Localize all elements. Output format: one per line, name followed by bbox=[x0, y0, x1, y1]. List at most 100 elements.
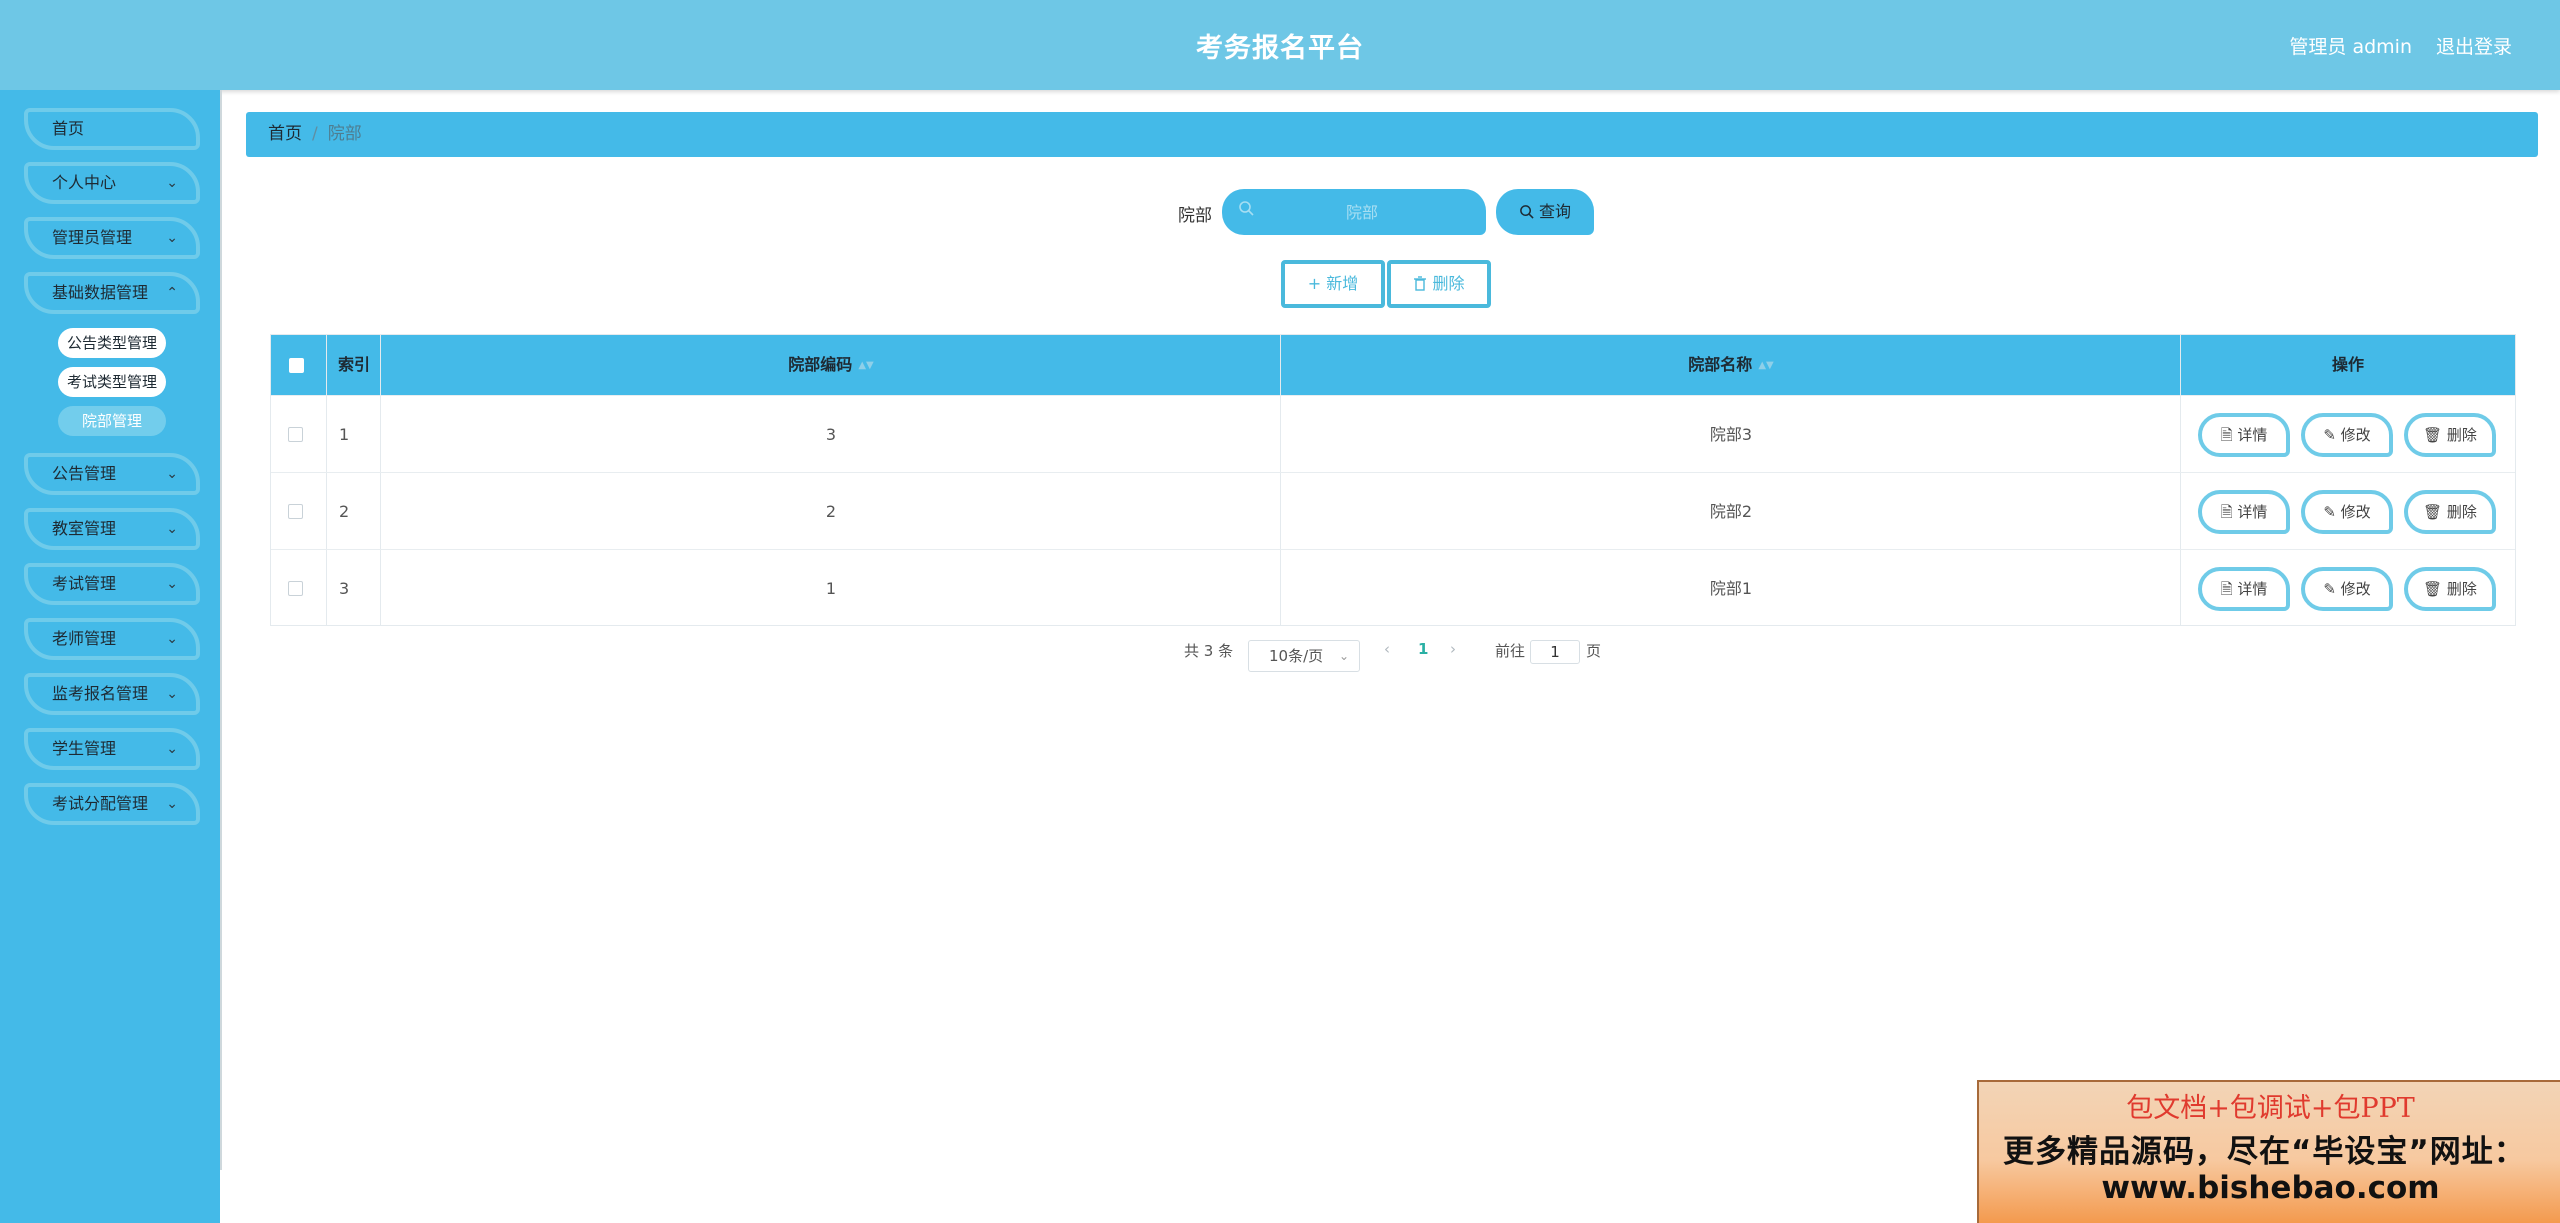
sidebar-item-basic-data[interactable]: 基础数据管理 ⌃ bbox=[24, 272, 200, 314]
trash-icon: 🗑 bbox=[2423, 426, 2443, 444]
select-all-checkbox[interactable] bbox=[289, 358, 304, 373]
add-button[interactable]: + 新增 bbox=[1281, 260, 1385, 308]
column-header-label: 院部名称 bbox=[1688, 355, 1753, 374]
goto-page-input[interactable] bbox=[1530, 640, 1580, 664]
chevron-down-icon: ⌄ bbox=[166, 796, 178, 812]
cell-name: 院部3 bbox=[1709, 425, 1753, 444]
sidebar-item-classroom[interactable]: 教室管理 ⌄ bbox=[24, 508, 200, 550]
chevron-down-icon: ⌄ bbox=[166, 741, 178, 757]
add-button-label: 新增 bbox=[1326, 274, 1359, 293]
breadcrumb-separator: / bbox=[312, 124, 318, 144]
cell-code: 3 bbox=[825, 425, 837, 444]
chevron-down-icon: ⌄ bbox=[166, 175, 178, 191]
chevron-down-icon: ⌄ bbox=[166, 686, 178, 702]
search-input[interactable] bbox=[1262, 197, 1462, 227]
cell-index: 3 bbox=[339, 579, 350, 598]
detail-button-label: 详情 bbox=[2237, 580, 2268, 598]
sidebar-item-notice[interactable]: 公告管理 ⌄ bbox=[24, 453, 200, 495]
promo-url: www.bishebao.com bbox=[2101, 1170, 2440, 1206]
delete-button-label: 删除 bbox=[2446, 580, 2477, 598]
sidebar-item-personal-center[interactable]: 个人中心 ⌄ bbox=[24, 162, 200, 204]
chevron-down-icon: ⌄ bbox=[166, 230, 178, 246]
breadcrumb-home[interactable]: 首页 bbox=[268, 124, 302, 144]
goto-prefix: 前往 bbox=[1495, 642, 1526, 660]
sidebar-item-label: 考试管理 bbox=[52, 574, 117, 593]
detail-button[interactable]: 🗎 详情 bbox=[2198, 567, 2290, 611]
table-row: 1 3 院部3 🗎 详情 ✎ 修改 🗑 删除 bbox=[271, 395, 2515, 472]
page-size-value: 10条/页 bbox=[1269, 647, 1324, 665]
detail-button[interactable]: 🗎 详情 bbox=[2198, 490, 2290, 534]
delete-button[interactable]: 🗑 删除 bbox=[2404, 490, 2496, 534]
pencil-icon: ✎ bbox=[2323, 503, 2336, 521]
delete-button[interactable]: 🗑 删除 bbox=[2404, 567, 2496, 611]
sort-icon: ▲▼ bbox=[1758, 359, 1774, 371]
document-icon: 🗎 bbox=[2220, 503, 2233, 521]
next-page-icon[interactable]: › bbox=[1450, 640, 1456, 658]
sidebar-item-home[interactable]: 首页 bbox=[24, 108, 200, 150]
department-table: 索引 院部编码 ▲▼ 院部名称 ▲▼ 操作 1 3 院部3 🗎 详情 ✎ 修改 🗑 … bbox=[270, 334, 2516, 626]
pencil-icon: ✎ bbox=[2323, 426, 2336, 444]
sidebar-subitem-department[interactable]: 院部管理 bbox=[58, 406, 166, 436]
app-title: 考务报名平台 bbox=[1196, 33, 1364, 64]
pencil-icon: ✎ bbox=[2323, 580, 2336, 598]
search-label: 院部 bbox=[1178, 206, 1212, 226]
detail-button-label: 详情 bbox=[2237, 503, 2268, 521]
sidebar-item-label: 学生管理 bbox=[52, 739, 117, 758]
sidebar-item-exam[interactable]: 考试管理 ⌄ bbox=[24, 563, 200, 605]
sidebar-item-admin-management[interactable]: 管理员管理 ⌄ bbox=[24, 217, 200, 259]
delete-button-label: 删除 bbox=[2446, 503, 2477, 521]
row-checkbox[interactable] bbox=[288, 504, 303, 519]
sidebar-subitem-notice-type[interactable]: 公告类型管理 bbox=[58, 328, 166, 358]
cell-index: 1 bbox=[339, 425, 350, 444]
sidebar-divider bbox=[220, 90, 222, 1170]
column-header-name[interactable]: 院部名称 ▲▼ bbox=[1281, 335, 2181, 395]
current-user: 管理员 admin bbox=[2289, 36, 2412, 58]
sidebar-item-teacher[interactable]: 老师管理 ⌄ bbox=[24, 618, 200, 660]
prev-page-icon[interactable]: ‹ bbox=[1384, 640, 1390, 658]
chevron-up-icon: ⌃ bbox=[166, 285, 178, 301]
chevron-down-icon: ⌄ bbox=[166, 521, 178, 537]
edit-button[interactable]: ✎ 修改 bbox=[2301, 567, 2393, 611]
sidebar-item-label: 公告管理 bbox=[52, 464, 117, 483]
column-header-code[interactable]: 院部编码 ▲▼ bbox=[381, 335, 1281, 395]
goto-suffix: 页 bbox=[1586, 642, 1602, 660]
row-checkbox[interactable] bbox=[288, 581, 303, 596]
cell-name: 院部1 bbox=[1709, 579, 1753, 598]
sidebar-item-exam-allocation[interactable]: 考试分配管理 ⌄ bbox=[24, 783, 200, 825]
page-size-select[interactable]: 10条/页 ⌄ bbox=[1248, 640, 1360, 672]
cell-code: 1 bbox=[825, 579, 837, 598]
detail-button[interactable]: 🗎 详情 bbox=[2198, 413, 2290, 457]
sidebar-subitem-exam-type[interactable]: 考试类型管理 bbox=[58, 367, 166, 397]
table-row: 3 1 院部1 🗎 详情 ✎ 修改 🗑 删除 bbox=[271, 549, 2515, 626]
logout-link[interactable]: 退出登录 bbox=[2436, 32, 2512, 59]
edit-button[interactable]: ✎ 修改 bbox=[2301, 413, 2393, 457]
trash-icon bbox=[1413, 274, 1427, 293]
cell-name: 院部2 bbox=[1709, 502, 1753, 521]
search-button-label: 查询 bbox=[1539, 202, 1572, 221]
sidebar-item-label: 教室管理 bbox=[52, 519, 117, 538]
sidebar-item-label: 基础数据管理 bbox=[52, 283, 149, 302]
delete-button[interactable]: 🗑 删除 bbox=[2404, 413, 2496, 457]
promo-banner: 包文档+包调试+包PPT 更多精品源码，尽在“毕设宝”网址： www.bishe… bbox=[1977, 1080, 2560, 1223]
table-row: 2 2 院部2 🗎 详情 ✎ 修改 🗑 删除 bbox=[271, 472, 2515, 549]
search-button[interactable]: 查询 bbox=[1496, 189, 1594, 235]
search-icon bbox=[1519, 202, 1534, 221]
column-header-ops: 操作 bbox=[2331, 355, 2364, 374]
batch-delete-button[interactable]: 删除 bbox=[1387, 260, 1491, 308]
batch-delete-button-label: 删除 bbox=[1432, 274, 1465, 293]
sidebar-item-label: 监考报名管理 bbox=[52, 684, 149, 703]
row-checkbox[interactable] bbox=[288, 427, 303, 442]
sidebar-item-label: 老师管理 bbox=[52, 629, 117, 648]
edit-button[interactable]: ✎ 修改 bbox=[2301, 490, 2393, 534]
sidebar-item-student[interactable]: 学生管理 ⌄ bbox=[24, 728, 200, 770]
cell-index: 2 bbox=[339, 502, 350, 521]
sidebar: 首页 个人中心 ⌄ 管理员管理 ⌄ 基础数据管理 ⌃ 公告类型管理 考试类型管理 院部… bbox=[0, 90, 220, 1223]
breadcrumb-current: 院部 bbox=[327, 124, 362, 144]
plus-icon: + bbox=[1307, 274, 1322, 293]
trash-icon: 🗑 bbox=[2423, 580, 2443, 598]
detail-button-label: 详情 bbox=[2237, 426, 2268, 444]
page-number-current[interactable]: 1 bbox=[1418, 640, 1428, 658]
chevron-down-icon: ⌄ bbox=[166, 576, 178, 592]
delete-button-label: 删除 bbox=[2446, 426, 2477, 444]
sidebar-item-invigilation[interactable]: 监考报名管理 ⌄ bbox=[24, 673, 200, 715]
